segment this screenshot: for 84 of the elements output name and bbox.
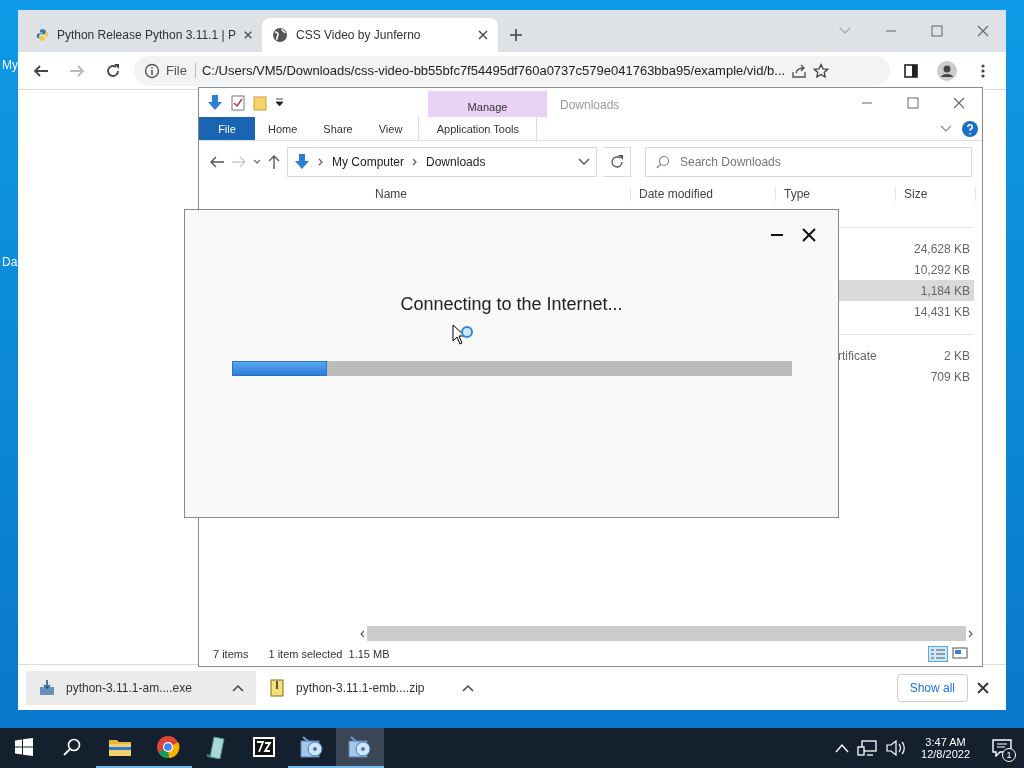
file-menu-tab[interactable]: File (199, 117, 255, 140)
dropdown-icon[interactable] (275, 98, 284, 107)
mouse-pointer-icon (452, 324, 474, 346)
up-arrow-icon[interactable] (267, 154, 281, 170)
setup-box-icon (299, 735, 325, 759)
refresh-icon (609, 155, 624, 169)
download-item[interactable]: python-3.11.1-am....exe (26, 670, 256, 705)
windows-logo-icon[interactable] (15, 738, 33, 756)
browser-tab[interactable]: Python Release Python 3.11.1 | P (26, 18, 262, 52)
close-icon[interactable] (977, 681, 989, 694)
clock-time[interactable]: 3:47 AM (925, 736, 966, 748)
share-icon[interactable] (791, 62, 808, 79)
search-icon (656, 155, 670, 169)
table-cell: 10,292 KB (913, 262, 970, 277)
download-item[interactable]: python-3.11.1-emb....zip (256, 670, 486, 705)
column-header[interactable]: Name (199, 187, 631, 201)
ribbon-tab[interactable]: View (365, 117, 416, 140)
zip-file-icon (268, 678, 286, 697)
search-input[interactable]: Search Downloads (678, 154, 961, 170)
expand-ribbon-icon[interactable] (940, 124, 952, 133)
back-arrow-icon[interactable] (209, 155, 225, 169)
plus-icon[interactable] (509, 28, 523, 42)
browser-tab[interactable]: CSS Video by Junferno (262, 18, 498, 52)
star-icon[interactable] (813, 62, 830, 79)
info-icon[interactable] (144, 62, 160, 79)
folder-icon (108, 737, 132, 757)
column-header[interactable]: Date modified (631, 187, 776, 201)
seven-zip-icon (252, 736, 276, 758)
globe-icon (272, 27, 288, 43)
desktop-icon-label[interactable]: Da (2, 255, 18, 269)
ribbon-tab[interactable]: Home (255, 117, 311, 140)
setup-box-icon (347, 735, 373, 759)
python-logo-icon (36, 27, 49, 43)
close-icon[interactable] (802, 228, 816, 242)
context-tab-header: Manage (428, 91, 547, 117)
download-arrow-icon (294, 153, 310, 171)
side-panel-icon[interactable] (903, 62, 919, 79)
table-cell: 709 KB (930, 369, 970, 384)
table-cell: 2 KB (944, 348, 970, 363)
help-icon[interactable] (962, 120, 978, 137)
chevron-up-icon[interactable] (462, 683, 474, 692)
reload-icon[interactable] (105, 62, 121, 79)
status-text: 7 items (213, 648, 249, 660)
notification-icon[interactable] (992, 739, 1012, 757)
address-bar[interactable]: File C:/Users/VM5/Downloads/css-video-bb55bfc7f54495df760a0737c579e041763bba95/example/vid/b... (134, 55, 890, 86)
status-text: 1 item selected 1.15 MB (268, 648, 390, 660)
notification-count-badge: 1 (1002, 748, 1016, 762)
chevron-down-icon[interactable] (253, 159, 261, 165)
chevron-right-icon (968, 629, 974, 638)
table-cell: 1,184 KB (920, 283, 970, 298)
show-all-button[interactable]: Show all (896, 673, 968, 702)
taskbar-button[interactable] (336, 728, 384, 768)
close-icon[interactable] (478, 30, 488, 40)
menu-icon[interactable] (981, 62, 985, 79)
download-arrow-icon (207, 93, 223, 112)
maximize-icon[interactable] (907, 96, 919, 109)
chevron-right-icon (412, 158, 419, 166)
window-title: Downloads (559, 97, 620, 114)
table-cell: rtificate (838, 348, 877, 363)
column-header[interactable]: Type (776, 187, 896, 201)
avatar-icon[interactable] (937, 60, 957, 81)
installer-icon (38, 678, 56, 697)
chevron-right-icon (359, 629, 365, 638)
maximize-icon[interactable] (931, 25, 943, 37)
chevron-down-icon[interactable] (578, 158, 590, 166)
chrome-logo-icon (156, 735, 180, 759)
speaker-icon[interactable] (885, 739, 906, 757)
clock-date[interactable]: 12/8/2022 (921, 748, 970, 760)
column-header[interactable]: Size (896, 187, 976, 201)
search-field[interactable]: Search Downloads (645, 147, 972, 177)
refresh-button[interactable] (603, 147, 631, 177)
back-arrow-icon[interactable] (33, 62, 49, 79)
search-icon[interactable] (63, 738, 81, 756)
close-icon[interactable] (243, 30, 252, 40)
network-icon[interactable] (857, 739, 878, 757)
table-cell: 24,628 KB (913, 241, 970, 256)
glass-panel-icon (204, 735, 228, 759)
address-bar[interactable]: My Computer Downloads (287, 147, 597, 177)
large-icons-view-icon[interactable] (952, 646, 968, 660)
chevron-up-icon[interactable] (232, 683, 244, 692)
chevron-right-icon (318, 158, 324, 166)
checklist-icon[interactable] (231, 94, 245, 111)
ribbon-tab[interactable]: Share (310, 117, 366, 140)
status-message: Connecting to the Internet... (400, 294, 623, 315)
